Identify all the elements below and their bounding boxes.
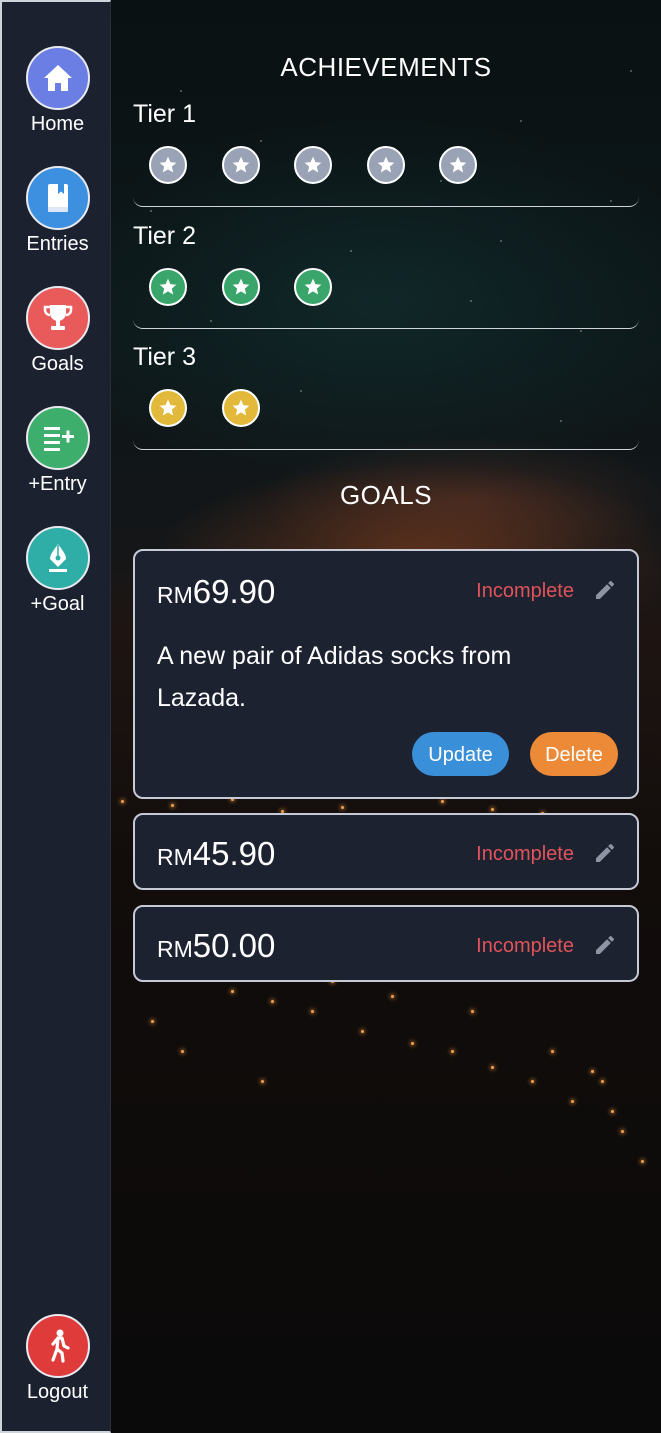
star-icon [377, 156, 395, 173]
sidebar-item-goals[interactable]: Goals [2, 286, 113, 376]
tier-label: Tier 1 [133, 100, 196, 128]
star-badge [222, 268, 260, 306]
sidebar-item-label: +Entry [28, 473, 87, 495]
goal-amount: RM50.00 [157, 927, 275, 965]
goal-amount: RM45.90 [157, 835, 275, 873]
sidebar-item-label: +Goal [30, 593, 85, 615]
sidebar-item-entries[interactable]: Entries [2, 166, 113, 256]
trophy-icon-circle [25, 286, 90, 350]
pen-nib-icon-circle [25, 526, 90, 590]
sidebar-item-label: Logout [26, 1381, 89, 1403]
star-icon [304, 278, 322, 295]
goals-title: GOALS [339, 480, 433, 510]
star-badge [294, 146, 332, 184]
star-icon [159, 278, 177, 295]
achievement-tier-2: Tier 2 [133, 222, 639, 329]
star-badge [294, 268, 332, 306]
star-badge [439, 146, 477, 184]
pen-nib-icon [48, 544, 67, 572]
pencil-icon[interactable] [593, 578, 617, 602]
sidebar-item-add-entry[interactable]: +Entry [2, 406, 113, 496]
amount-value: 69.90 [192, 573, 276, 610]
trophy-icon [43, 305, 72, 330]
currency-label: RM [157, 582, 193, 608]
goal-card[interactable]: RM45.90 Incomplete [133, 813, 639, 890]
currency-label: RM [157, 936, 193, 962]
sidebar-item-label: Entries [26, 233, 89, 255]
walking-person-icon-circle [25, 1314, 90, 1378]
goal-description: A new pair of Adidas socks from Lazada. [157, 642, 512, 712]
pencil-icon[interactable] [593, 933, 617, 957]
sidebar-item-label: Goals [31, 353, 84, 375]
achievements-title: ACHIEVEMENTS [280, 52, 492, 82]
amount-value: 50.00 [192, 927, 276, 964]
star-icon [232, 156, 250, 173]
sidebar-item-add-goal[interactable]: +Goal [2, 526, 113, 616]
delete-button[interactable]: Delete [530, 732, 618, 776]
sidebar-item-label: Home [30, 113, 85, 135]
list-add-icon [43, 427, 74, 451]
pencil-icon[interactable] [593, 841, 617, 865]
home-icon-circle [25, 46, 90, 110]
tier-label: Tier 2 [133, 222, 196, 250]
status-label: Incomplete [476, 843, 574, 865]
goal-card[interactable]: RM69.90 Incomplete A new pair of Adidas … [133, 549, 639, 799]
star-icon [232, 278, 250, 295]
goal-amount: RM69.90 [157, 573, 275, 611]
main-content: ACHIEVEMENTS Tier 1 Tier 2 Tier 3 GOALS … [111, 0, 661, 1433]
book-icon-circle [25, 166, 90, 230]
status-label: Incomplete [476, 935, 574, 957]
star-icon [159, 399, 177, 416]
tier-label: Tier 3 [133, 343, 196, 371]
achievement-tier-1: Tier 1 [133, 100, 639, 207]
list-add-icon-circle [25, 406, 90, 470]
star-icon [449, 156, 467, 173]
star-icon [159, 156, 177, 173]
star-badge [222, 389, 260, 427]
status-label: Incomplete [476, 580, 574, 602]
update-button[interactable]: Update [412, 732, 509, 776]
sidebar-item-logout[interactable]: Logout [2, 1314, 113, 1404]
currency-label: RM [157, 844, 193, 870]
sidebar-item-home[interactable]: Home [2, 46, 113, 136]
star-badge [149, 268, 187, 306]
star-badge [367, 146, 405, 184]
achievement-tier-3: Tier 3 [133, 343, 639, 450]
star-badge [149, 389, 187, 427]
sidebar: Home Entries Goals +Entry +Goal Logout [0, 0, 111, 1433]
amount-value: 45.90 [192, 835, 276, 872]
book-icon [47, 184, 68, 212]
star-icon [304, 156, 322, 173]
star-badge [222, 146, 260, 184]
star-icon [232, 399, 250, 416]
goal-card[interactable]: RM50.00 Incomplete [133, 905, 639, 982]
home-icon [43, 65, 72, 91]
star-badge [149, 146, 187, 184]
walking-person-icon [50, 1329, 70, 1363]
